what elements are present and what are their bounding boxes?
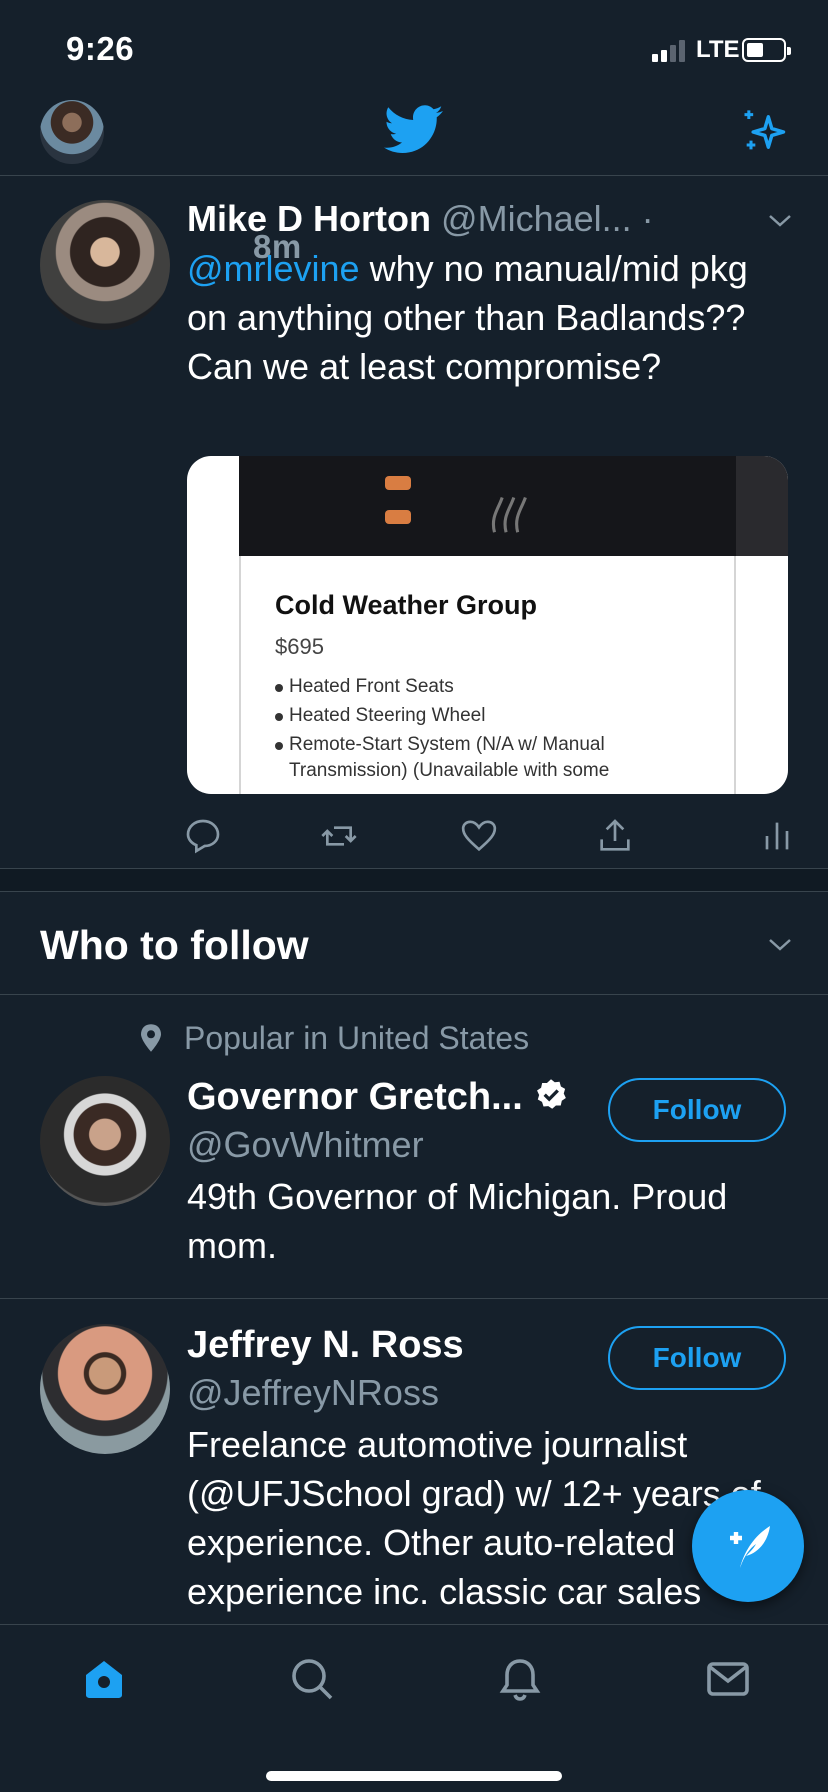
user-bio: 49th Governor of Michigan. Proud mom. (187, 1176, 728, 1266)
user-handle[interactable]: @JeffreyNRoss (187, 1372, 439, 1414)
tweet-header: Mike D Horton @Michael... · 8m (187, 198, 654, 265)
follow-context: Popular in United States (138, 1020, 529, 1057)
user-handle[interactable]: @GovWhitmer (187, 1124, 424, 1166)
media-price: $695 (275, 634, 324, 659)
chevron-down-icon[interactable] (766, 210, 794, 230)
bottom-tab-bar (0, 1624, 828, 1792)
tweet[interactable]: Mike D Horton @Michael... · 8m @mrlevine … (0, 176, 828, 868)
media-title: Cold Weather Group (275, 590, 538, 620)
follow-button[interactable]: Follow (608, 1078, 786, 1142)
heated-seat-icon (491, 496, 527, 533)
search-icon[interactable] (288, 1655, 336, 1703)
like-icon[interactable] (459, 816, 499, 856)
tweet-media-image[interactable]: Cold Weather Group $695 Heated Front Sea… (187, 456, 788, 794)
user-avatar[interactable] (40, 1324, 170, 1454)
retweet-icon[interactable] (319, 816, 359, 856)
tweet-author-avatar[interactable] (40, 200, 170, 330)
section-divider (0, 868, 828, 892)
location-pin-icon (141, 1024, 161, 1052)
media-feature-item: Heated Steering Wheel (275, 703, 715, 729)
who-to-follow-header[interactable]: Who to follow (0, 892, 828, 995)
status-bar: 9:26 LTE (0, 0, 828, 92)
tweet-text: @mrlevine why no manual/mid pkg on anyth… (187, 244, 797, 391)
divider (0, 1298, 828, 1299)
sparkle-icon[interactable] (738, 106, 790, 158)
media-photo-seat-controls (239, 456, 736, 556)
status-time: 9:26 (66, 30, 135, 67)
compose-tweet-button[interactable] (692, 1490, 804, 1602)
home-icon[interactable] (80, 1655, 128, 1703)
battery-icon (742, 38, 791, 62)
tweet-separator: · (641, 198, 654, 239)
tweet-mention-link[interactable]: @mrlevine (187, 248, 360, 289)
follow-button[interactable]: Follow (608, 1326, 786, 1390)
messages-icon[interactable] (704, 1655, 752, 1703)
share-icon[interactable] (595, 816, 635, 856)
network-label: LTE (696, 36, 740, 63)
user-bio: Freelance automotive journalist (@UFJSch… (187, 1424, 761, 1612)
media-feature-list: Heated Front Seats Heated Steering Wheel… (275, 674, 715, 787)
user-name[interactable]: Jeffrey N. Ross (187, 1324, 464, 1367)
media-feature-item: Remote-Start System (N/A w/ Manual Trans… (275, 732, 715, 784)
profile-avatar[interactable] (40, 100, 104, 164)
verified-badge-icon (536, 1079, 566, 1109)
follow-context-label: Popular in United States (184, 1020, 530, 1056)
tweet-actions (186, 816, 797, 860)
compose-tweet-icon (730, 1526, 770, 1568)
reply-icon[interactable] (183, 816, 223, 856)
twitter-bird-icon[interactable] (384, 104, 444, 156)
home-indicator (266, 1771, 562, 1781)
tweet-author-name[interactable]: Mike D Horton (187, 198, 431, 239)
notifications-icon[interactable] (496, 1655, 544, 1703)
follow-suggestion[interactable]: Governor Gretch... @GovWhitmer 49th Gove… (0, 1070, 828, 1298)
section-title: Who to follow (40, 922, 309, 968)
signal-icon (652, 38, 690, 62)
user-avatar[interactable] (40, 1076, 170, 1206)
top-bar (0, 92, 828, 176)
analytics-icon[interactable] (757, 816, 797, 856)
media-feature-item: Heated Front Seats (275, 674, 715, 700)
chevron-down-icon[interactable] (766, 934, 794, 954)
user-name[interactable]: Governor Gretch... (187, 1076, 569, 1119)
tweet-author-handle[interactable]: @Michael... (441, 198, 632, 239)
